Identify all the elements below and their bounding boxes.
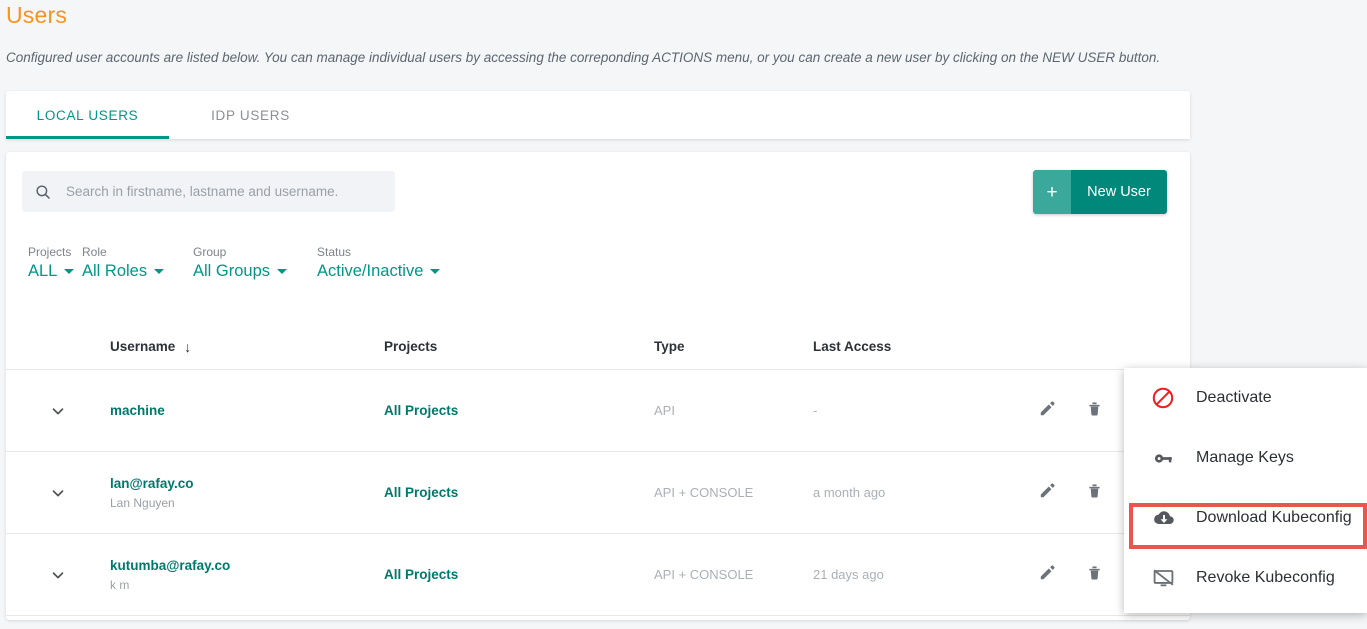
users-panel: + New User Projects ALL Role All Roles G… (6, 152, 1190, 620)
chevron-down-icon (154, 269, 165, 274)
chevron-down-icon (64, 269, 75, 274)
delete-icon[interactable] (1085, 563, 1104, 587)
header-username[interactable]: Username ↓ (110, 339, 384, 355)
expand-cell[interactable] (6, 402, 110, 420)
filter-role[interactable]: Role All Roles (82, 245, 193, 281)
block-icon (1150, 386, 1176, 410)
type-cell: API (654, 403, 675, 418)
edit-icon[interactable] (1038, 399, 1057, 423)
filter-group-value-text: All Groups (193, 262, 271, 280)
fullname-label: k m (110, 577, 130, 592)
delete-icon[interactable] (1085, 481, 1104, 505)
chevron-down-icon (277, 269, 288, 274)
fullname-label: Lan Nguyen (110, 495, 175, 510)
type-cell: API + CONSOLE (654, 485, 754, 500)
filter-status-value[interactable]: Active/Inactive (317, 262, 457, 281)
expand-cell[interactable] (6, 566, 110, 584)
monitor-off-icon (1150, 567, 1176, 590)
cloud-download-icon (1150, 506, 1176, 530)
table-row: kutumba@rafay.co k m All Projects API + … (6, 534, 1190, 616)
chevron-down-icon (430, 269, 441, 274)
projects-link[interactable]: All Projects (384, 403, 458, 418)
filter-role-value-text: All Roles (82, 262, 148, 280)
projects-link[interactable]: All Projects (384, 485, 458, 500)
username-cell: machine (110, 403, 384, 418)
plus-icon: + (1033, 170, 1071, 214)
filter-status-label: Status (317, 245, 352, 259)
chevron-down-icon[interactable] (6, 484, 110, 502)
filter-group-value[interactable]: All Groups (193, 262, 317, 281)
users-page: Users Configured user accounts are liste… (0, 0, 1367, 629)
type-cell: API + CONSOLE (654, 567, 754, 582)
last-access-cell: - (813, 403, 818, 418)
username-cell: kutumba@rafay.co k m (110, 558, 384, 592)
menu-item-download-kubeconfig[interactable]: Download Kubeconfig (1124, 488, 1367, 548)
filter-role-label: Role (82, 245, 107, 259)
header-projects: Projects (384, 339, 438, 354)
tab-idp-users-label: IDP USERS (211, 107, 290, 123)
sort-descending-icon: ↓ (184, 338, 192, 355)
menu-item-download-kubeconfig-label: Download Kubeconfig (1196, 509, 1352, 526)
username-link[interactable]: lan@rafay.co (110, 476, 384, 491)
menu-item-deactivate[interactable]: Deactivate (1124, 368, 1367, 428)
edit-icon[interactable] (1038, 481, 1057, 505)
new-user-button[interactable]: + New User (1033, 170, 1167, 214)
username-link[interactable]: kutumba@rafay.co (110, 558, 384, 573)
expand-cell[interactable] (6, 484, 110, 502)
filter-role-value[interactable]: All Roles (82, 262, 193, 281)
filter-projects-value[interactable]: ALL (28, 262, 82, 281)
projects-link[interactable]: All Projects (384, 567, 458, 582)
filter-projects-label: Projects (28, 245, 72, 259)
filter-group[interactable]: Group All Groups (193, 245, 317, 281)
last-access-cell: 21 days ago (813, 567, 884, 582)
tab-local-users[interactable]: LOCAL USERS (6, 91, 169, 139)
table-row: machine All Projects API - (6, 370, 1190, 452)
page-title: Users (6, 2, 68, 28)
projects-cell: All Projects (384, 566, 654, 584)
filter-status-value-text: Active/Inactive (317, 262, 424, 280)
last-access-cell: a month ago (813, 485, 886, 500)
projects-cell: All Projects (384, 484, 654, 502)
table-header-row: Username ↓ Projects Type Last Access (6, 324, 1190, 370)
menu-item-manage-keys-label: Manage Keys (1196, 449, 1294, 466)
filter-bar: Projects ALL Role All Roles Group All Gr… (28, 245, 457, 281)
actions-menu: Deactivate Manage Keys Download Kubeconf… (1124, 368, 1367, 613)
filter-projects[interactable]: Projects ALL (28, 245, 82, 281)
projects-cell: All Projects (384, 402, 654, 420)
username-link[interactable]: machine (110, 403, 384, 418)
menu-item-revoke-kubeconfig[interactable]: Revoke Kubeconfig (1124, 548, 1367, 608)
filter-group-label: Group (193, 245, 227, 259)
chevron-down-icon[interactable] (6, 402, 110, 420)
key-icon (1150, 447, 1176, 470)
menu-item-deactivate-label: Deactivate (1196, 389, 1272, 406)
chevron-down-icon[interactable] (6, 566, 110, 584)
username-cell: lan@rafay.co Lan Nguyen (110, 476, 384, 510)
edit-icon[interactable] (1038, 563, 1057, 587)
tab-bar: LOCAL USERS IDP USERS (6, 91, 1190, 139)
header-username-label: Username (110, 339, 176, 354)
menu-item-manage-keys[interactable]: Manage Keys (1124, 428, 1367, 488)
users-table: Username ↓ Projects Type Last Access mac… (6, 324, 1190, 616)
header-type: Type (654, 339, 685, 354)
delete-icon[interactable] (1085, 399, 1104, 423)
filter-status[interactable]: Status Active/Inactive (317, 245, 457, 281)
new-user-label: New User (1071, 170, 1167, 214)
tab-idp-users[interactable]: IDP USERS (169, 91, 332, 139)
search-input[interactable] (64, 183, 383, 200)
header-last-access: Last Access (813, 339, 892, 354)
tab-local-users-label: LOCAL USERS (36, 107, 139, 123)
filter-projects-value-text: ALL (28, 262, 58, 280)
table-row: lan@rafay.co Lan Nguyen All Projects API… (6, 452, 1190, 534)
page-description: Configured user accounts are listed belo… (6, 50, 1161, 65)
search-icon (34, 183, 52, 201)
search-box[interactable] (22, 171, 395, 212)
menu-item-revoke-kubeconfig-label: Revoke Kubeconfig (1196, 569, 1335, 586)
